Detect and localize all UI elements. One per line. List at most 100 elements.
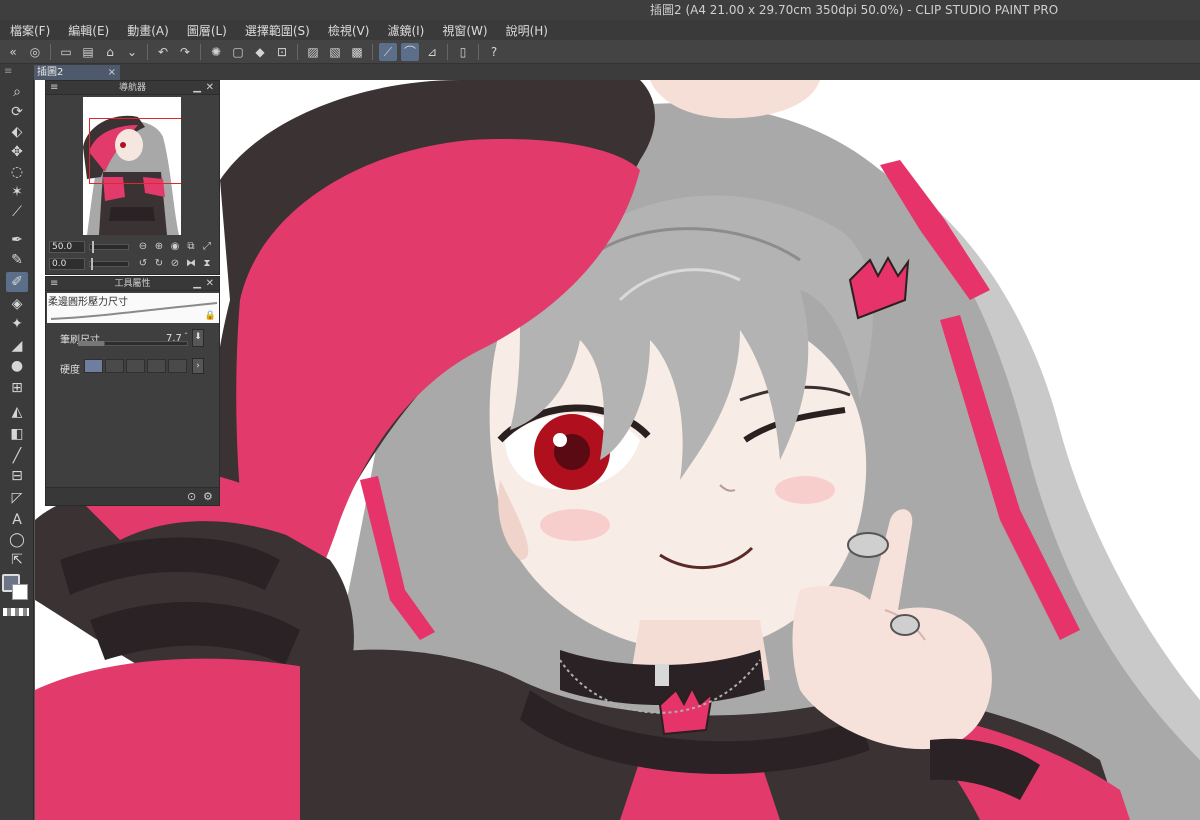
hardness-step-1[interactable] (84, 359, 103, 373)
brush-size-value[interactable]: 7.7 (166, 333, 182, 344)
document-tab[interactable]: 插圖2 × (34, 65, 120, 80)
hardness-step-3[interactable] (126, 359, 145, 373)
title-bar: 插圖2 (A4 21.00 x 29.70cm 350dpi 50.0%) - … (0, 0, 1200, 20)
fill-bucket-icon[interactable]: ◭ (6, 402, 28, 422)
menu-view[interactable]: 檢視(V) (328, 22, 370, 39)
shape-icon[interactable]: ◸ (6, 488, 28, 508)
fit-navigator-icon[interactable]: ⤢ (201, 241, 213, 253)
rotate-left-icon[interactable]: ↺ (137, 258, 149, 270)
command-bar: « ◎ ▭ ▤ ⌂ ⌄ ↶ ↷ ✺ ▢ ◆ ⊡ ▨ ▧ ▩ ⟋ ⌒ ⊿ ▯ ? (0, 40, 1200, 64)
rotate-slider[interactable] (89, 258, 129, 270)
settings-icon[interactable]: ⚙ (203, 490, 213, 503)
pencil-icon[interactable]: ✎ (6, 250, 28, 270)
app-icon[interactable]: ◎ (26, 43, 44, 61)
phone-icon[interactable]: ▯ (454, 43, 472, 61)
clear-icon[interactable]: ▢ (229, 43, 247, 61)
size-spinner-icon[interactable]: ⌃ (182, 333, 190, 341)
close-icon[interactable]: ✕ (206, 81, 214, 95)
ruler-snap-icon[interactable]: ⟋ (379, 42, 397, 61)
eyedropper-icon[interactable]: ⟋ (6, 202, 28, 222)
transparent-color-swatch[interactable] (3, 608, 29, 616)
menu-help[interactable]: 說明(H) (506, 22, 548, 39)
size-link-icon[interactable]: ⬇ (192, 329, 204, 347)
magic-wand-icon[interactable]: ✶ (6, 182, 28, 202)
menu-file[interactable]: 檔案(F) (10, 22, 50, 39)
gradient-icon[interactable]: ◧ (6, 424, 28, 444)
minimize-icon[interactable]: ▁ (193, 81, 201, 95)
pen-icon[interactable]: ✒ (6, 230, 28, 250)
hardness-step-2[interactable] (105, 359, 124, 373)
ruler-icon[interactable]: ⊟ (6, 466, 28, 486)
snap-icon[interactable]: ▩ (348, 43, 366, 61)
lasso-tool-icon[interactable]: ◌ (6, 162, 28, 182)
rotate-right-icon[interactable]: ↻ (153, 258, 165, 270)
open-file-icon[interactable]: ▤ (79, 43, 97, 61)
lock-icon[interactable]: 🔒 (205, 311, 216, 321)
new-file-icon[interactable]: ▭ (57, 43, 75, 61)
export-icon[interactable]: ⌄ (123, 43, 141, 61)
document-tab-label: 插圖2 (37, 67, 64, 78)
decoration-icon[interactable]: ✦ (6, 314, 28, 334)
zoom-slider-knob[interactable] (92, 241, 94, 253)
zoom-in-icon[interactable]: ⊕ (153, 241, 165, 253)
move-tool-icon[interactable]: ✥ (6, 142, 28, 162)
navigator-view-rect[interactable] (89, 118, 181, 184)
text-icon[interactable]: A (6, 510, 28, 530)
correct-line-icon[interactable]: ⇱ (6, 550, 28, 570)
hardness-step-4[interactable] (147, 359, 166, 373)
tool-property-footer: ⊙ ⚙ (46, 487, 219, 505)
reset-icon[interactable]: ⊙ (187, 490, 196, 503)
close-icon[interactable]: × (108, 65, 116, 80)
menu-selection[interactable]: 選擇範圍(S) (245, 22, 310, 39)
rotate-input[interactable]: 0.0 (49, 258, 85, 270)
menu-layer[interactable]: 圖層(L) (187, 22, 227, 39)
navigator-preview[interactable] (83, 97, 181, 235)
object-tool-icon[interactable]: ⬖ (6, 122, 28, 142)
line-icon[interactable]: ╱ (6, 446, 28, 466)
collapse-icon[interactable]: « (4, 43, 22, 61)
panel-handle-icon[interactable]: ≡ (4, 66, 12, 77)
close-icon[interactable]: ✕ (206, 277, 214, 291)
save-icon[interactable]: ⌂ (101, 43, 119, 61)
hide-selection-icon[interactable]: ▨ (304, 43, 322, 61)
menu-animation[interactable]: 動畫(A) (127, 22, 169, 39)
hardness-step-5[interactable] (168, 359, 187, 373)
help-icon[interactable]: ? (485, 43, 503, 61)
minimize-icon[interactable]: ▁ (193, 277, 201, 291)
rotate-slider-knob[interactable] (91, 258, 93, 270)
blend-icon[interactable]: ● (6, 356, 28, 376)
zoom-slider[interactable] (89, 241, 129, 253)
eraser-icon[interactable]: ◢ (6, 336, 28, 356)
brush-icon[interactable]: ✐ (6, 272, 28, 292)
transform-icon[interactable]: ⊡ (273, 43, 291, 61)
sub-color-swatch[interactable] (12, 584, 28, 600)
undo-icon[interactable]: ↶ (154, 43, 172, 61)
frame-icon[interactable]: ⊞ (6, 378, 28, 398)
window-title: 插圖2 (A4 21.00 x 29.70cm 350dpi 50.0%) - … (650, 3, 1059, 17)
zoom-tool-icon[interactable]: ⌕ (6, 82, 28, 102)
actual-size-icon[interactable]: ◉ (169, 241, 181, 253)
panel-menu-icon[interactable]: ≡ (50, 277, 58, 291)
menu-window[interactable]: 視窗(W) (442, 22, 487, 39)
flip-vertical-icon[interactable]: ⧗ (201, 258, 213, 270)
loading-icon[interactable]: ✺ (207, 43, 225, 61)
hardness-more-icon[interactable]: › (192, 358, 204, 374)
redo-icon[interactable]: ↷ (176, 43, 194, 61)
balloon-icon[interactable]: ◯ (6, 530, 28, 550)
zoom-out-icon[interactable]: ⊖ (137, 241, 149, 253)
flip-horizontal-icon[interactable]: ⧓ (185, 258, 197, 270)
symmetry-icon[interactable]: ⊿ (423, 43, 441, 61)
rotate-tool-icon[interactable]: ⟳ (6, 102, 28, 122)
navigator-header: ≡ 導航器 ▁ ✕ (46, 81, 219, 95)
menu-filter[interactable]: 濾鏡(I) (387, 22, 424, 39)
fit-window-icon[interactable]: ⧉ (185, 241, 197, 253)
fill-icon[interactable]: ◆ (251, 43, 269, 61)
tool-property-panel: ≡ 工具屬性 ▁ ✕ 柔邊圓形壓力尺寸 🔒 筆刷尺寸 7.7 ⌃ ⬇ 硬度 › … (45, 276, 220, 506)
show-border-icon[interactable]: ▧ (326, 43, 344, 61)
panel-menu-icon[interactable]: ≡ (50, 81, 58, 95)
airbrush-icon[interactable]: ◈ (6, 294, 28, 314)
reset-rotate-icon[interactable]: ⊘ (169, 258, 181, 270)
menu-edit[interactable]: 編輯(E) (68, 22, 109, 39)
zoom-input[interactable]: 50.0 (49, 241, 85, 253)
grid-snap-icon[interactable]: ⌒ (401, 42, 419, 61)
